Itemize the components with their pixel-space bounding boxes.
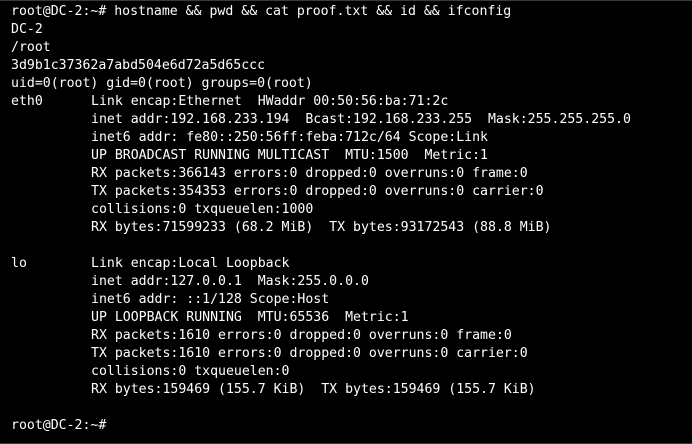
iface-lo-line-4: RX packets:1610 errors:0 dropped:0 overr… xyxy=(11,327,692,345)
shell-prompt: root@DC-2:~# xyxy=(11,418,107,433)
top-border xyxy=(0,0,692,1)
iface-eth0-text-7: RX bytes:71599233 (68.2 MiB) TX bytes:93… xyxy=(91,220,552,235)
iface-lo-text-1: inet addr:127.0.0.1 Mask:255.0.0.0 xyxy=(91,274,369,289)
iface-lo-name: lo xyxy=(11,256,27,271)
command-text: hostname && pwd && cat proof.txt && id &… xyxy=(114,4,512,19)
iface-lo-line-0: lo Link encap:Local Loopback xyxy=(11,255,692,273)
output-proof: 3d9b1c37362a7abd504e6d72a5d65ccc xyxy=(11,58,266,73)
iface-lo-text-5: TX packets:1610 errors:0 dropped:0 overr… xyxy=(91,346,528,361)
iface-eth0-line-3: UP BROADCAST RUNNING MULTICAST MTU:1500 … xyxy=(11,147,692,165)
iface-eth0-text-6: collisions:0 txqueuelen:1000 xyxy=(91,202,314,217)
iface-lo-line-6: collisions:0 txqueuelen:0 xyxy=(11,363,692,381)
iface-lo-line-5: TX packets:1610 errors:0 dropped:0 overr… xyxy=(11,345,692,363)
iface-lo-line-3: UP LOOPBACK RUNNING MTU:65536 Metric:1 xyxy=(11,309,692,327)
iface-eth0-name: eth0 xyxy=(11,94,43,109)
iface-eth0-text-5: TX packets:354353 errors:0 dropped:0 ove… xyxy=(91,184,544,199)
iface-lo-line-2: inet6 addr: ::1/128 Scope:Host xyxy=(11,291,692,309)
iface-lo-line-7: RX bytes:159469 (155.7 KiB) TX bytes:159… xyxy=(11,381,692,399)
iface-eth0-line-6: collisions:0 txqueuelen:1000 xyxy=(11,201,692,219)
command-line: root@DC-2:~# hostname && pwd && cat proo… xyxy=(11,3,692,21)
terminal-window[interactable]: root@DC-2:~# hostname && pwd && cat proo… xyxy=(0,0,692,444)
final-prompt-line[interactable]: root@DC-2:~# xyxy=(11,417,692,435)
output-hostname: DC-2 xyxy=(11,22,43,37)
iface-eth0-text-0: Link encap:Ethernet HWaddr 00:50:56:ba:7… xyxy=(91,94,449,109)
iface-eth0-line-1: inet addr:192.168.233.194 Bcast:192.168.… xyxy=(11,111,692,129)
iface-eth0-line-5: TX packets:354353 errors:0 dropped:0 ove… xyxy=(11,183,692,201)
iface-lo-text-0: Link encap:Local Loopback xyxy=(91,256,290,271)
iface-lo-text-7: RX bytes:159469 (155.7 KiB) TX bytes:159… xyxy=(91,382,536,397)
iface-eth0-line-7: RX bytes:71599233 (68.2 MiB) TX bytes:93… xyxy=(11,219,692,237)
iface-eth0-text-1: inet addr:192.168.233.194 Bcast:192.168.… xyxy=(91,112,631,127)
iface-lo-text-4: RX packets:1610 errors:0 dropped:0 overr… xyxy=(91,328,512,343)
iface-lo-line-1: inet addr:127.0.0.1 Mask:255.0.0.0 xyxy=(11,273,692,291)
iface-eth0-line-4: RX packets:366143 errors:0 dropped:0 ove… xyxy=(11,165,692,183)
iface-eth0-text-3: UP BROADCAST RUNNING MULTICAST MTU:1500 … xyxy=(91,148,488,163)
shell-prompt: root@DC-2:~# xyxy=(11,4,115,19)
iface-eth0-text-4: RX packets:366143 errors:0 dropped:0 ove… xyxy=(91,166,528,181)
iface-eth0-line-0: eth0 Link encap:Ethernet HWaddr 00:50:56:… xyxy=(11,93,692,111)
iface-lo-text-6: collisions:0 txqueuelen:0 xyxy=(91,364,290,379)
iface-eth0-line-2: inet6 addr: fe80::250:56ff:feba:712c/64 … xyxy=(11,129,692,147)
output-id: uid=0(root) gid=0(root) groups=0(root) xyxy=(11,76,313,91)
iface-lo-text-2: inet6 addr: ::1/128 Scope:Host xyxy=(91,292,330,307)
iface-eth0-text-2: inet6 addr: fe80::250:56ff:feba:712c/64 … xyxy=(91,130,488,145)
iface-lo-text-3: UP LOOPBACK RUNNING MTU:65536 Metric:1 xyxy=(91,310,409,325)
output-pwd: /root xyxy=(11,40,51,55)
